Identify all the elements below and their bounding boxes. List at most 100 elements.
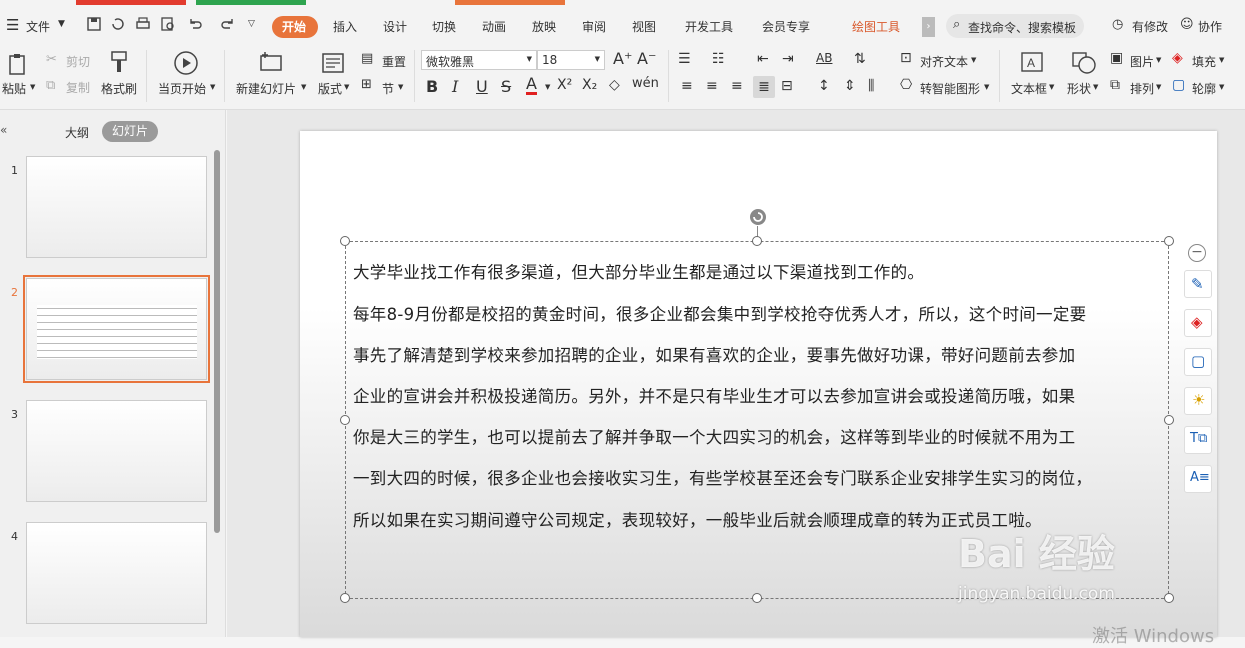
clear-format-icon[interactable]: ◇	[609, 77, 620, 93]
reset-icon[interactable]: ▤	[361, 51, 373, 66]
chevron-down-icon[interactable]: ▼	[971, 56, 976, 64]
section-button[interactable]: 节	[382, 80, 394, 97]
picture-button[interactable]: 图片	[1130, 53, 1154, 70]
tab-developer[interactable]: 开发工具	[685, 18, 733, 35]
save-icon[interactable]	[86, 16, 102, 32]
numbered-list-icon[interactable]: ☷	[712, 51, 725, 67]
justify-button[interactable]: ≣	[753, 76, 775, 98]
collapse-pane-icon[interactable]: «	[0, 123, 7, 137]
chevron-down-icon[interactable]: ▼	[344, 83, 349, 91]
arrange-icon[interactable]: ⧉	[1110, 77, 1120, 93]
underline-icon[interactable]: U	[476, 77, 488, 96]
chevron-down-icon[interactable]: ▼	[30, 83, 35, 91]
tab-home[interactable]: 开始	[282, 18, 306, 35]
columns-icon[interactable]: ⫼	[868, 78, 874, 94]
undo-icon[interactable]	[187, 16, 203, 32]
chevron-down-icon[interactable]: ▼	[984, 83, 989, 91]
distributed-icon[interactable]: ⊟	[781, 78, 793, 94]
slide-thumbnail-selected[interactable]	[23, 275, 210, 383]
copy-button[interactable]: 复制	[66, 79, 90, 96]
text-style-button[interactable]: A≡	[1184, 465, 1212, 493]
slide-thumbnail[interactable]	[26, 522, 207, 624]
smartart-button[interactable]: 转智能图形	[920, 80, 980, 97]
chevron-down-icon[interactable]: ▼	[1093, 83, 1098, 91]
tab-member[interactable]: 会员专享	[762, 18, 810, 35]
format-painter-button[interactable]: 格式刷	[101, 80, 137, 97]
decrease-indent-icon[interactable]: ⇤	[757, 51, 769, 67]
chevron-down-icon[interactable]: ▼	[1156, 56, 1161, 64]
chevron-down-icon[interactable]: ▼	[1156, 83, 1161, 91]
resize-handle[interactable]	[752, 593, 762, 603]
text-effects-button[interactable]: T⧉	[1184, 426, 1212, 454]
arrange-button[interactable]: 排列	[1130, 80, 1154, 97]
layout-button[interactable]: 版式	[318, 80, 342, 97]
new-slide-icon[interactable]	[258, 50, 284, 74]
resize-handle[interactable]	[1164, 593, 1174, 603]
bold-icon[interactable]: B	[426, 77, 438, 96]
paragraph-spacing-icon[interactable]: ⇕	[844, 78, 856, 94]
subscript-icon[interactable]: X₂	[582, 77, 597, 93]
resize-handle[interactable]	[752, 236, 762, 246]
rotate-handle-icon[interactable]	[748, 207, 768, 227]
tab-transitions[interactable]: 切换	[432, 18, 456, 35]
quick-access-more-icon[interactable]: ▽	[248, 19, 255, 29]
resize-handle[interactable]	[1164, 236, 1174, 246]
shape-icon[interactable]	[1070, 50, 1098, 76]
font-color-icon[interactable]: A	[526, 76, 537, 95]
shape-button[interactable]: 形状	[1067, 80, 1091, 97]
fill-icon[interactable]: ◈	[1172, 50, 1183, 66]
chevron-down-icon[interactable]: ▼	[301, 83, 306, 91]
paste-icon[interactable]	[7, 52, 31, 76]
align-center-icon[interactable]: ≡	[706, 78, 718, 94]
file-menu[interactable]: 文件	[26, 18, 50, 35]
print-icon[interactable]	[135, 16, 151, 32]
align-text-button[interactable]: 对齐文本	[920, 53, 968, 70]
chevron-down-icon[interactable]: ▼	[58, 19, 65, 29]
text-direction-icon[interactable]: AB	[816, 51, 832, 65]
sort-icon[interactable]: ⇅	[854, 51, 866, 67]
section-icon[interactable]: ⊞	[361, 77, 372, 92]
new-slide-button[interactable]: 新建幻灯片	[236, 80, 296, 97]
resize-handle[interactable]	[340, 593, 350, 603]
tab-insert[interactable]: 插入	[333, 18, 357, 35]
print-preview-icon[interactable]	[160, 16, 176, 32]
tab-slides[interactable]: 幻灯片	[102, 121, 158, 142]
tab-review[interactable]: 审阅	[582, 18, 606, 35]
collaborate-button[interactable]: 协作	[1198, 18, 1222, 35]
tab-drawing-tools[interactable]: 绘图工具	[852, 18, 900, 35]
from-current-button[interactable]: 当页开始	[158, 80, 206, 97]
chevron-down-icon[interactable]: ▼	[210, 83, 215, 91]
hamburger-icon[interactable]: ☰	[6, 16, 19, 34]
tab-outline[interactable]: 大纲	[65, 124, 89, 141]
shape-fill-button[interactable]: ◈	[1184, 309, 1212, 337]
textbox-button[interactable]: 文本框	[1011, 80, 1047, 97]
shape-effects-button[interactable]: ☀	[1184, 387, 1212, 415]
chevron-down-icon[interactable]: ▼	[398, 83, 403, 91]
shape-style-button[interactable]: ✎	[1184, 270, 1212, 298]
outline-button[interactable]: 轮廓	[1192, 80, 1216, 97]
more-tabs-button[interactable]: ›	[922, 17, 935, 37]
format-painter-icon[interactable]	[108, 50, 130, 74]
search-box[interactable]: ⌕ 查找命令、搜索模板	[946, 14, 1084, 38]
smartart-icon[interactable]: ⎔	[900, 77, 912, 93]
italic-icon[interactable]: I	[452, 77, 458, 96]
tab-design[interactable]: 设计	[383, 18, 407, 35]
font-name-select[interactable]: 微软雅黑 ▼	[421, 50, 537, 70]
paste-button[interactable]: 粘贴	[2, 80, 26, 97]
chevron-down-icon[interactable]: ▼	[1219, 56, 1224, 64]
phonetic-icon[interactable]: wén	[632, 76, 659, 91]
superscript-icon[interactable]: X²	[557, 77, 572, 93]
fill-button[interactable]: 填充	[1192, 53, 1216, 70]
chevron-down-icon[interactable]: ▼	[545, 83, 550, 91]
cut-button[interactable]: 剪切	[66, 53, 90, 70]
bullet-list-icon[interactable]: ☰	[678, 51, 691, 67]
layout-icon[interactable]	[321, 52, 345, 74]
undo-history-icon[interactable]	[110, 16, 126, 32]
increase-indent-icon[interactable]: ⇥	[782, 51, 794, 67]
has-changes-button[interactable]: 有修改	[1132, 18, 1168, 35]
shape-outline-button[interactable]: ▢	[1184, 348, 1212, 376]
increase-font-icon[interactable]: A⁺	[613, 49, 632, 68]
textbox-icon[interactable]: A	[1019, 50, 1045, 74]
chevron-down-icon[interactable]: ▼	[1049, 83, 1054, 91]
line-spacing-icon[interactable]: ↕	[818, 78, 830, 94]
